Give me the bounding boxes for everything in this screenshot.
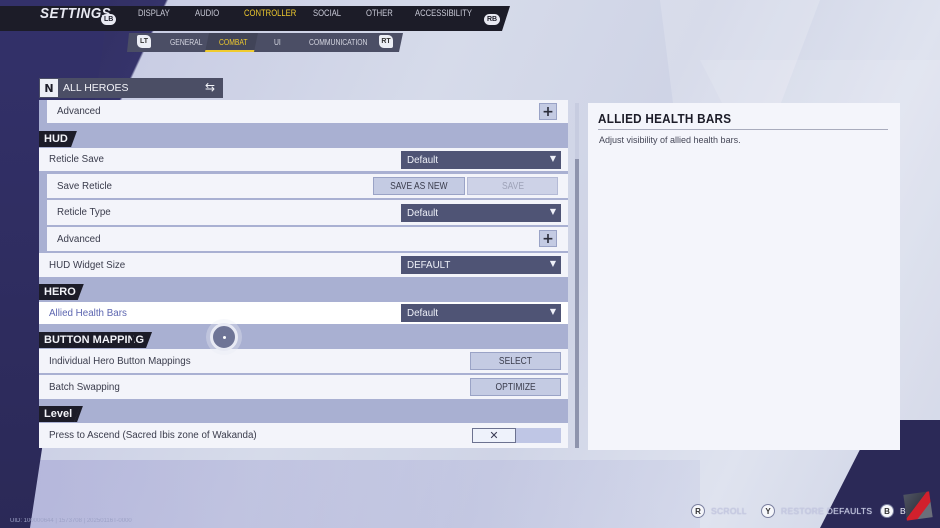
list-scrollbar[interactable] — [575, 103, 579, 448]
lt-button-icon[interactable]: LT — [137, 35, 151, 48]
press-to-ascend-toggle[interactable]: ✕ — [472, 428, 561, 443]
subtab-communication[interactable]: COMMUNICATION — [309, 38, 367, 47]
subtab-combat[interactable]: COMBAT — [219, 38, 248, 47]
controller-cursor[interactable] — [210, 323, 238, 351]
b-button-icon: B — [880, 504, 894, 518]
scrollbar-thumb[interactable] — [575, 159, 579, 448]
uid-text: UID: 100000644 | 1573708 | 20250116T-000… — [10, 518, 132, 524]
setting-row-advanced-hud[interactable]: Advanced — [47, 227, 568, 251]
hero-logo-icon: N — [40, 79, 58, 97]
setting-label: Advanced — [57, 233, 101, 245]
expand-advanced-hud-button[interactable]: + — [539, 230, 557, 247]
watermark-logo-icon — [903, 491, 933, 521]
rb-button-icon[interactable]: RB — [484, 14, 501, 25]
caret-down-icon: ▼ — [549, 154, 556, 163]
settings-list: Advanced + HUD Reticle Save Default ▼ Sa… — [39, 100, 568, 448]
reticle-save-dropdown[interactable]: Default ▼ — [401, 151, 561, 169]
toggle-off-x-icon: ✕ — [472, 428, 516, 443]
save-button[interactable]: SAVE — [467, 177, 558, 195]
tab-controller[interactable]: CONTROLLER — [244, 8, 296, 18]
setting-label: Save Reticle — [57, 180, 112, 192]
setting-label: Reticle Type — [57, 207, 111, 218]
caret-down-icon: ▼ — [549, 259, 556, 268]
scroll-hint[interactable]: R SCROLL — [691, 504, 747, 518]
dropdown-value: Default — [407, 307, 439, 319]
setting-label: Reticle Save — [49, 154, 104, 165]
caret-down-icon: ▼ — [549, 207, 556, 216]
tab-social[interactable]: SOCIAL — [313, 8, 341, 18]
detail-title: ALLIED HEALTH BARS — [598, 111, 732, 126]
hero-selector[interactable]: N ALL HEROES ⇆ — [39, 78, 223, 98]
tab-audio[interactable]: AUDIO — [195, 8, 219, 18]
rt-button-icon[interactable]: RT — [379, 35, 393, 48]
button-label: SAVE AS NEW — [390, 180, 448, 192]
allied-health-bars-dropdown[interactable]: Default ▼ — [401, 304, 561, 322]
lb-button-icon[interactable]: LB — [101, 14, 117, 25]
r-stick-icon: R — [691, 504, 705, 518]
detail-description: Adjust visibility of allied health bars. — [599, 135, 741, 145]
expand-advanced-button[interactable]: + — [539, 103, 557, 120]
tab-display[interactable]: DISPLAY — [138, 8, 170, 18]
setting-label: Individual Hero Button Mappings — [49, 355, 191, 367]
setting-label: Batch Swapping — [49, 381, 120, 393]
dropdown-value: Default — [407, 154, 439, 166]
button-label: OPTIMIZE — [495, 381, 536, 393]
setting-label: Allied Health Bars — [49, 307, 127, 319]
optimize-button[interactable]: OPTIMIZE — [470, 378, 561, 396]
hud-widget-size-dropdown[interactable]: DEFAULT ▼ — [401, 256, 561, 274]
hint-label: RESTORE DEFAULTS — [781, 506, 873, 516]
setting-label: Press to Ascend (Sacred Ibis zone of Wak… — [49, 430, 257, 441]
setting-row-advanced-top[interactable]: Advanced — [47, 100, 568, 123]
reticle-type-dropdown[interactable]: Default ▼ — [401, 204, 561, 222]
setting-label: HUD Widget Size — [49, 259, 126, 271]
subtab-general[interactable]: GENERAL — [170, 38, 202, 47]
save-as-new-button[interactable]: SAVE AS NEW — [373, 177, 465, 195]
tab-accessibility[interactable]: ACCESSIBILITY — [415, 8, 472, 18]
dropdown-value: DEFAULT — [407, 259, 451, 271]
caret-down-icon: ▼ — [549, 307, 556, 316]
setting-label: Advanced — [57, 106, 101, 117]
subtab-ui[interactable]: UI — [274, 38, 281, 47]
hero-selector-label: ALL HEROES — [63, 82, 129, 94]
restore-defaults-hint[interactable]: Y RESTORE DEFAULTS — [761, 504, 872, 518]
y-button-icon: Y — [761, 504, 775, 518]
dropdown-value: Default — [407, 207, 439, 219]
hint-label: SCROLL — [711, 506, 747, 516]
button-label: SELECT — [498, 355, 533, 367]
tab-other[interactable]: OTHER — [366, 8, 393, 18]
detail-panel: ALLIED HEALTH BARS Adjust visibility of … — [588, 103, 900, 450]
button-label: SAVE — [501, 180, 524, 192]
swap-icon[interactable]: ⇆ — [205, 80, 215, 94]
select-button[interactable]: SELECT — [470, 352, 561, 370]
divider — [598, 129, 888, 130]
